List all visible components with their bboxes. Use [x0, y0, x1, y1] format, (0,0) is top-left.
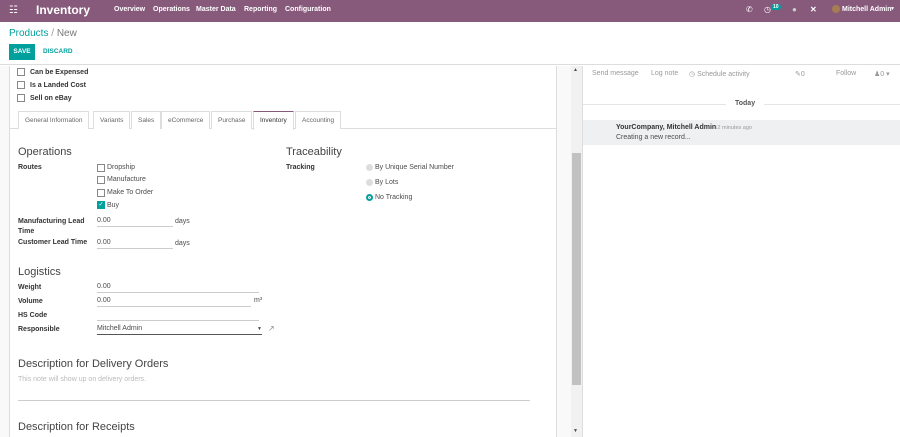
- delivery-heading: Description for Delivery Orders: [18, 358, 169, 370]
- weight-input[interactable]: 0.00: [97, 283, 259, 293]
- tracking-none-label: No Tracking: [375, 194, 413, 201]
- sell-on-ebay-label: Sell on eBay: [30, 95, 72, 102]
- sell-on-ebay-checkbox[interactable]: [17, 94, 25, 102]
- route-manufacture-label: Manufacture: [107, 176, 146, 183]
- cust-lead-input[interactable]: 0.00: [97, 239, 173, 249]
- route-mto-label: Make To Order: [107, 189, 154, 196]
- top-navbar: ☷ Inventory Overview Operations Master D…: [0, 0, 900, 22]
- chevron-down-icon[interactable]: ▼: [890, 6, 895, 12]
- volume-input[interactable]: 0.00: [97, 297, 251, 307]
- route-mto-checkbox[interactable]: [97, 189, 105, 197]
- receipts-heading: Description for Receipts: [18, 421, 135, 433]
- landed-cost-checkbox[interactable]: [17, 81, 25, 89]
- app-title[interactable]: Inventory: [36, 3, 90, 17]
- tracking-lots-label: By Lots: [375, 179, 399, 186]
- form-scrollbar[interactable]: ▲ ▼: [571, 66, 582, 437]
- phone-icon[interactable]: ✆: [746, 5, 753, 14]
- route-buy-label: Buy: [107, 202, 120, 209]
- operations-heading: Operations: [18, 146, 72, 158]
- user-menu[interactable]: Mitchell Admin: [842, 6, 892, 13]
- tab-inventory[interactable]: Inventory: [253, 111, 294, 130]
- save-button[interactable]: SAVE: [9, 44, 35, 60]
- landed-cost-label: Is a Landed Cost: [30, 82, 87, 89]
- send-message-button[interactable]: Send message: [592, 70, 639, 77]
- schedule-activity-button[interactable]: ◷ Schedule activity: [689, 70, 750, 78]
- menu-reporting[interactable]: Reporting: [244, 6, 277, 13]
- mfg-lead-input[interactable]: 0.00: [97, 217, 173, 227]
- tab-variants[interactable]: Variants: [93, 111, 131, 129]
- tracking-serial-radio[interactable]: [366, 164, 373, 171]
- debug-icon[interactable]: ✕: [810, 5, 817, 14]
- attachment-count: 0: [800, 71, 805, 78]
- traceability-heading: Traceability: [286, 146, 342, 158]
- days-unit: days: [175, 240, 190, 247]
- hs-code-label: HS Code: [18, 312, 48, 319]
- can-be-expensed-checkbox[interactable]: [17, 68, 25, 76]
- tab-purchase[interactable]: Purchase: [211, 111, 253, 129]
- activity-icon[interactable]: ◷: [764, 5, 771, 14]
- message-body: Creating a new record...: [616, 134, 691, 141]
- followers-count: 0: [880, 71, 885, 78]
- volume-unit: m³: [254, 297, 263, 304]
- scroll-up-icon[interactable]: ▲: [573, 67, 578, 73]
- can-be-expensed-label: Can be Expensed: [30, 69, 89, 76]
- tab-accounting[interactable]: Accounting: [295, 111, 342, 129]
- log-note-button[interactable]: Log note: [651, 70, 678, 77]
- menu-operations[interactable]: Operations: [153, 6, 190, 13]
- attachments-button[interactable]: ✎0: [795, 70, 805, 78]
- message: YourCompany, Mitchell Admin - 12 minutes…: [583, 120, 900, 145]
- discard-button[interactable]: DISCARD: [43, 44, 73, 60]
- clock-icon: ◷: [689, 71, 698, 78]
- routes-label: Routes: [18, 164, 42, 171]
- responsible-select[interactable]: Mitchell Admin: [97, 325, 262, 335]
- chat-icon[interactable]: ●: [792, 5, 797, 14]
- responsible-label: Responsible: [18, 326, 60, 333]
- schedule-activity-label: Schedule activity: [697, 71, 750, 78]
- today-separator: Today: [726, 100, 765, 107]
- chatter: Send message Log note ◷ Schedule activit…: [582, 66, 900, 437]
- tracking-none-radio[interactable]: [366, 194, 373, 201]
- menu-master-data[interactable]: Master Data: [196, 6, 236, 13]
- breadcrumb: Products / New: [9, 28, 77, 39]
- logistics-heading: Logistics: [18, 266, 61, 278]
- breadcrumb-products[interactable]: Products: [9, 28, 48, 39]
- mfg-lead-label: Manufacturing Lead Time: [18, 218, 85, 235]
- tracking-lots-radio[interactable]: [366, 179, 373, 186]
- route-dropship-checkbox[interactable]: [97, 164, 105, 172]
- dropdown-caret-icon[interactable]: ▼: [257, 326, 262, 332]
- external-link-icon[interactable]: ↗: [268, 324, 275, 333]
- menu-configuration[interactable]: Configuration: [285, 6, 331, 13]
- volume-label: Volume: [18, 298, 43, 305]
- route-manufacture-checkbox[interactable]: [97, 176, 105, 184]
- scrollbar-thumb[interactable]: [572, 153, 581, 385]
- weight-label: Weight: [18, 284, 42, 291]
- tab-ecommerce[interactable]: eCommerce: [161, 111, 211, 129]
- message-time: - 12 minutes ago: [711, 125, 752, 131]
- follow-button[interactable]: Follow: [836, 70, 856, 77]
- route-buy-checkbox[interactable]: ✓: [97, 201, 105, 209]
- hs-code-input[interactable]: [97, 311, 259, 321]
- activity-badge: 10: [771, 4, 781, 10]
- days-unit: days: [175, 218, 190, 225]
- route-dropship-label: Dropship: [107, 164, 136, 171]
- followers-button[interactable]: ♟0 ▾: [874, 70, 890, 78]
- menu-overview[interactable]: Overview: [114, 6, 145, 13]
- message-author[interactable]: YourCompany, Mitchell Admin: [616, 124, 716, 131]
- avatar: [832, 5, 840, 13]
- tracking-label: Tracking: [286, 164, 315, 171]
- tracking-serial-label: By Unique Serial Number: [375, 164, 454, 171]
- form-sheet: Can be Expensed Is a Landed Cost Sell on…: [9, 66, 557, 437]
- cust-lead-label: Customer Lead Time: [18, 239, 88, 246]
- control-panel: [0, 22, 900, 65]
- apps-menu-icon[interactable]: ☷: [9, 5, 18, 16]
- tab-sales[interactable]: Sales: [131, 111, 162, 129]
- breadcrumb-current: New: [56, 28, 77, 39]
- tab-general-information[interactable]: General Information: [18, 111, 90, 129]
- delivery-note-input[interactable]: This note will show up on delivery order…: [18, 376, 146, 383]
- scroll-down-icon[interactable]: ▼: [573, 428, 578, 434]
